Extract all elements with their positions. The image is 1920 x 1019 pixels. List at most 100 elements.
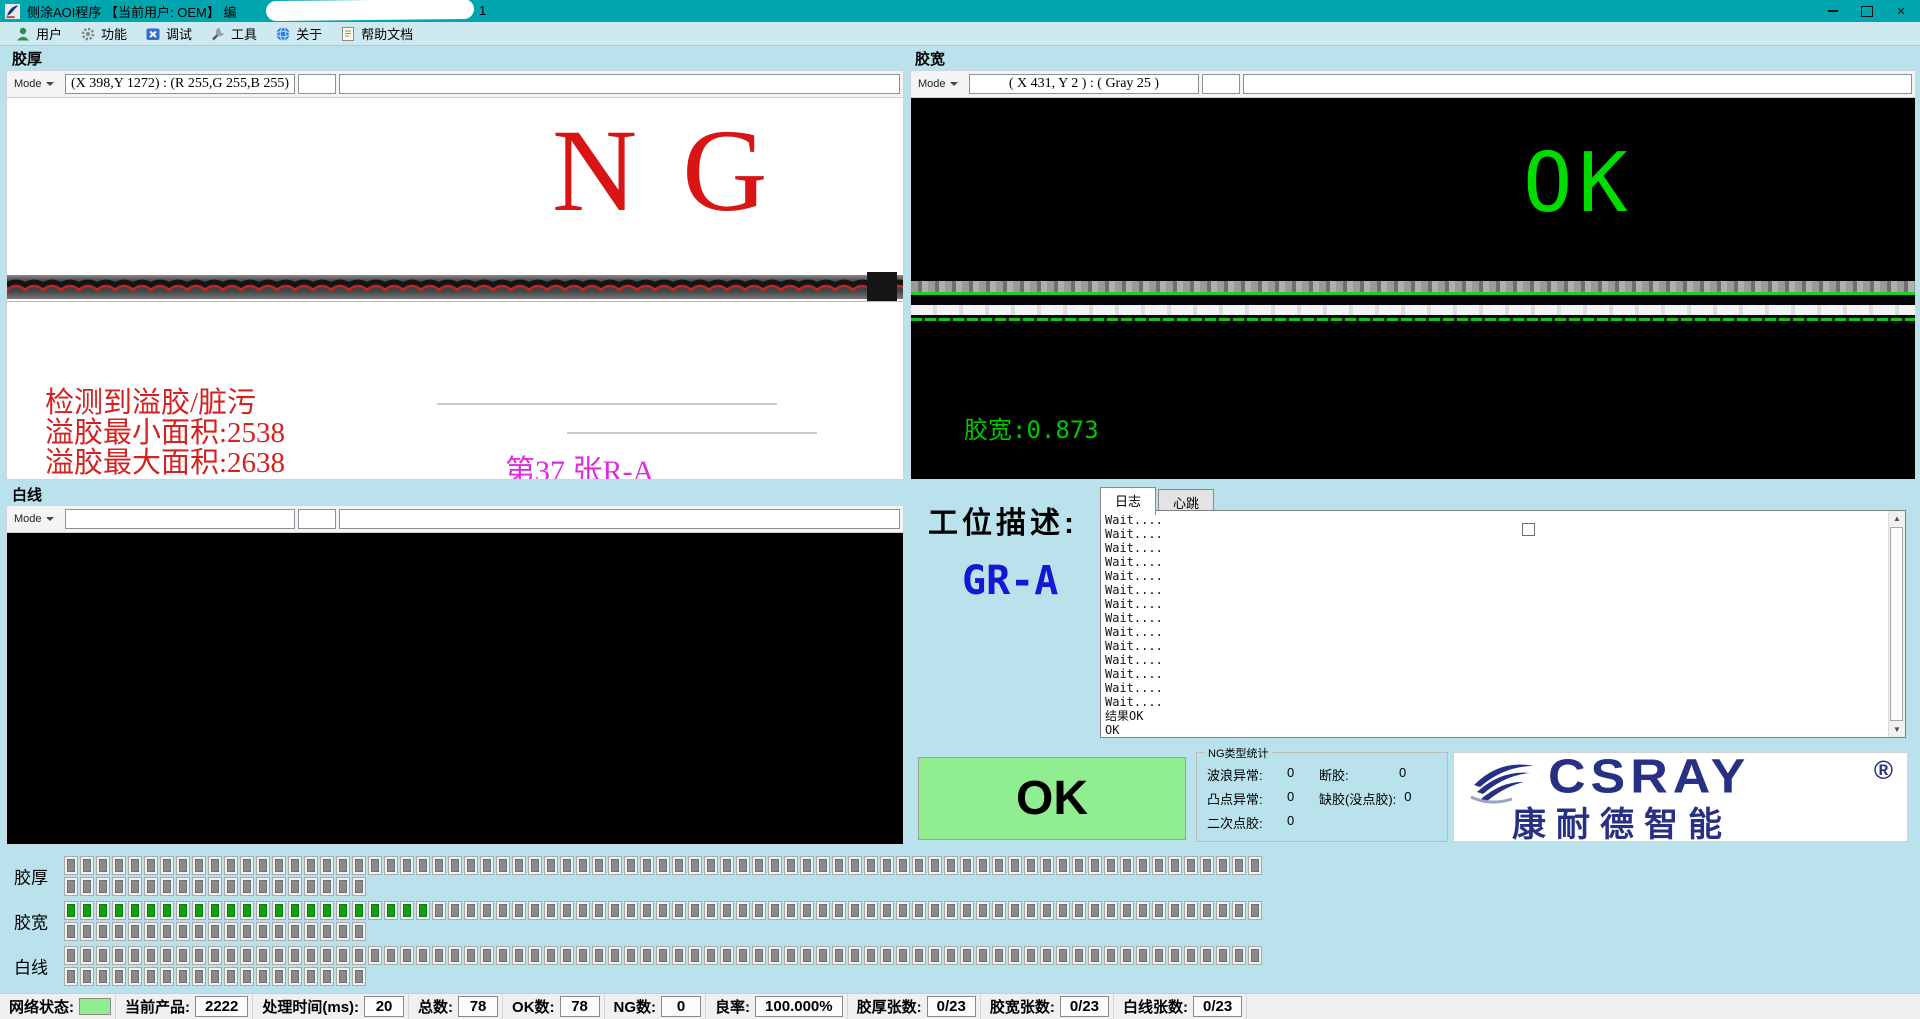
indicator-cell — [1088, 946, 1102, 965]
indicator-cell — [432, 856, 446, 875]
indicator-cell — [448, 856, 462, 875]
indicator-cell — [592, 901, 606, 920]
indicator-cell — [224, 946, 238, 965]
indicator-cell — [160, 967, 174, 986]
indicator-cell — [528, 946, 542, 965]
mode-dropdown[interactable]: Mode — [914, 78, 966, 90]
vendor-logo-subtitle: 康耐德智能 — [1512, 797, 1732, 846]
indicator-cell — [80, 877, 94, 896]
scrollbar-thumb[interactable] — [1890, 527, 1903, 721]
indicator-cell — [672, 946, 686, 965]
result-text-ng: NG — [552, 116, 812, 226]
menu-item-5[interactable]: 关于 — [266, 22, 331, 45]
indicator-cell — [144, 922, 158, 941]
indicator-cell — [1136, 946, 1150, 965]
indicator-cell — [1248, 901, 1262, 920]
minimize-button[interactable] — [1816, 0, 1850, 22]
log-line: Wait.... — [1105, 653, 1905, 667]
indicator-cell — [400, 946, 414, 965]
log-line: Wait.... — [1105, 527, 1905, 541]
indicator-cell — [400, 856, 414, 875]
indicator-cell — [992, 901, 1006, 920]
menu-item-1[interactable]: 用户 — [6, 22, 71, 45]
indicator-cell — [560, 946, 574, 965]
chevron-down-icon — [46, 517, 54, 521]
indicator-cell — [208, 877, 222, 896]
indicator-cell — [64, 856, 78, 875]
status-label: OK数: — [507, 996, 560, 1017]
ng-stat-row: 凸点异常:0 — [1207, 789, 1315, 808]
indicator-cell — [176, 856, 190, 875]
menu-item-6[interactable]: 帮助文档 — [331, 22, 422, 45]
indicator-cell — [176, 901, 190, 920]
indicator-cell — [224, 877, 238, 896]
mode-dropdown[interactable]: Mode — [10, 78, 62, 90]
indicator-cell — [160, 877, 174, 896]
aoi-application-window: { "titlebar": { "title": "侧涂AOI程序 【当前用户:… — [0, 0, 1920, 1019]
close-button[interactable]: × — [1884, 0, 1918, 22]
status-item-10: 白线张数:0/23 — [1114, 994, 1247, 1019]
indicator-cell — [64, 946, 78, 965]
indicator-cell — [464, 946, 478, 965]
indicator-cell — [240, 922, 254, 941]
indicator-cell — [224, 856, 238, 875]
chevron-down-icon — [46, 82, 54, 86]
indicator-cell — [880, 946, 894, 965]
indicator-cell — [1104, 946, 1118, 965]
indicator-cell — [656, 901, 670, 920]
menu-item-2[interactable]: 功能 — [71, 22, 136, 45]
indicator-cell — [640, 856, 654, 875]
wave-overlay — [7, 275, 903, 299]
indicator-cell — [480, 946, 494, 965]
indicator-cell — [160, 856, 174, 875]
indicator-cell — [624, 946, 638, 965]
menu-item-label: 工具 — [231, 24, 257, 43]
status-label: 胶厚张数: — [852, 996, 927, 1017]
mode-dropdown[interactable]: Mode — [10, 513, 62, 525]
indicator-cell — [736, 856, 750, 875]
indicator-cell — [1184, 946, 1198, 965]
white-line-image — [7, 533, 903, 844]
panel-title-glue-width: 胶宽 — [915, 48, 945, 69]
menu-item-3[interactable]: 调试 — [136, 22, 201, 45]
indicator-cell — [976, 856, 990, 875]
indicator-cell — [176, 922, 190, 941]
frame-indicator-area: 胶厚胶宽白线 — [0, 856, 1920, 991]
status-item-6: NG数:0 — [605, 994, 707, 1019]
indicator-cell — [1056, 946, 1070, 965]
indicator-cell — [704, 901, 718, 920]
status-label: 当前产品: — [120, 996, 195, 1017]
ng-stat-value: 0 — [1287, 765, 1294, 784]
indicator-cell — [208, 856, 222, 875]
indicator-cell — [272, 856, 286, 875]
overall-result-button[interactable]: OK — [918, 757, 1186, 840]
indicator-cell — [688, 946, 702, 965]
maximize-button[interactable] — [1850, 0, 1884, 22]
scroll-up-icon[interactable]: ▲ — [1889, 511, 1905, 526]
log-line: Wait.... — [1105, 681, 1905, 695]
status-value: 78 — [560, 996, 600, 1017]
scroll-down-icon[interactable]: ▼ — [1889, 722, 1905, 737]
indicator-cell — [128, 967, 142, 986]
title-bar: 侧涂AOI程序 【当前用户: OEM】 编 1 × — [0, 0, 1920, 22]
indicator-group-2: 胶宽 — [0, 901, 1920, 941]
log-checkbox[interactable] — [1522, 523, 1535, 536]
ng-stat-value: 0 — [1404, 789, 1411, 808]
indicator-cell — [816, 856, 830, 875]
tab-log[interactable]: 日志 — [1100, 487, 1156, 515]
indicator-cell — [432, 946, 446, 965]
indicator-cell — [800, 901, 814, 920]
indicator-cell — [192, 856, 206, 875]
log-scrollbar[interactable]: ▲ ▼ — [1888, 511, 1905, 737]
indicator-cell — [1040, 901, 1054, 920]
indicator-cell — [304, 922, 318, 941]
menu-item-4[interactable]: 工具 — [201, 22, 266, 45]
indicator-cell — [144, 877, 158, 896]
indicator-cell — [320, 922, 334, 941]
indicator-cell — [928, 946, 942, 965]
indicator-cell — [800, 856, 814, 875]
user-icon — [15, 26, 31, 42]
indicator-cell — [752, 856, 766, 875]
status-value: 0 — [661, 996, 701, 1017]
indicator-cell — [704, 946, 718, 965]
